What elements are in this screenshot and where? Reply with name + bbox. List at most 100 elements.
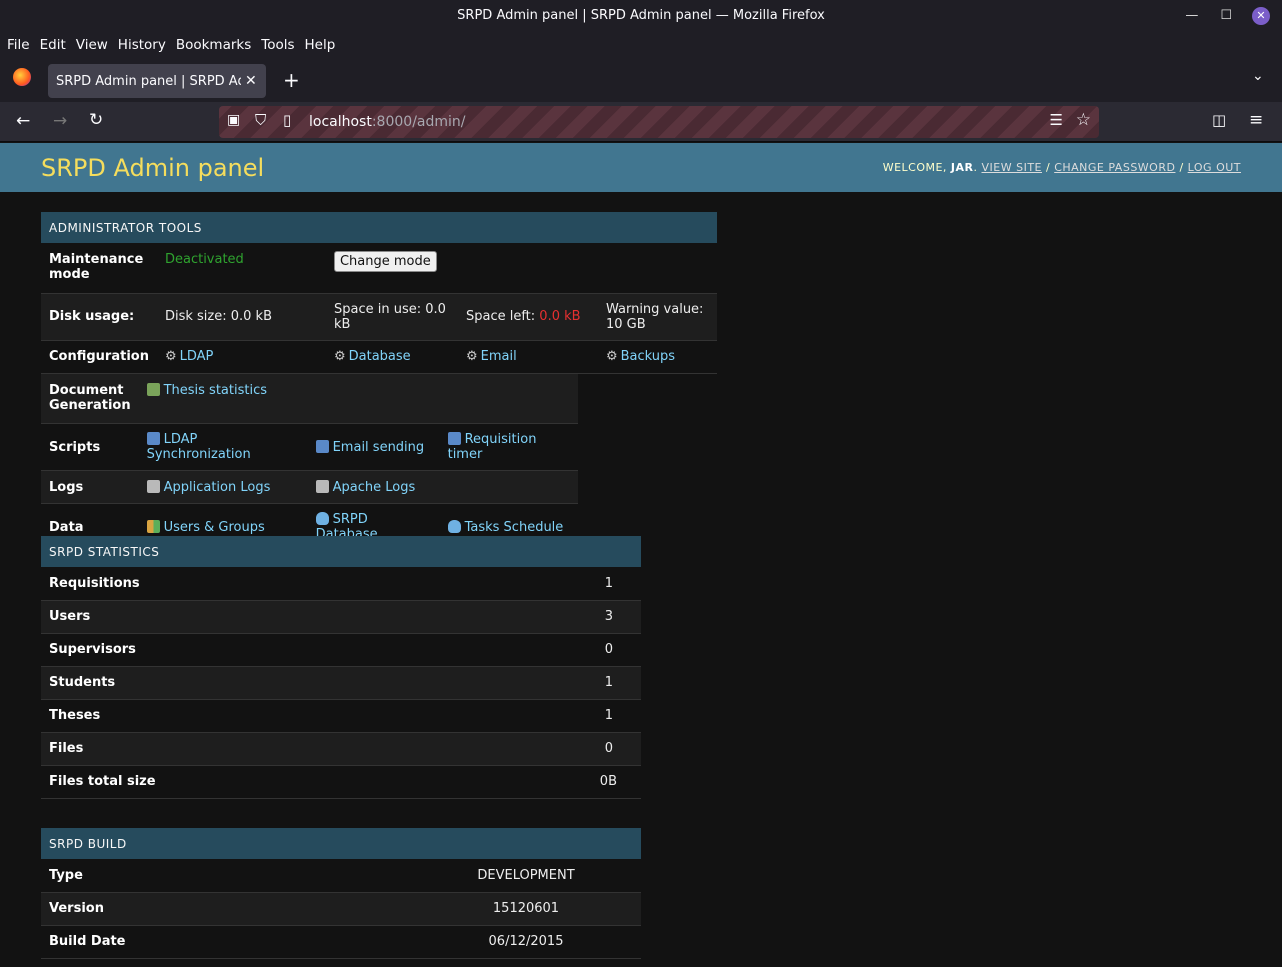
forward-icon[interactable]: → [53, 111, 67, 131]
ldap-sync-link[interactable]: LDAP Synchronization [147, 432, 251, 462]
admin-tools-table-2: Document Generation Thesis statistics Sc… [41, 373, 578, 552]
url-path: :8000/admin/ [371, 114, 466, 130]
config-ldap-link[interactable]: LDAP [165, 349, 213, 364]
bookmark-star-icon[interactable]: ☆ [1076, 110, 1091, 130]
url-host: localhost [309, 114, 372, 130]
view-site-link[interactable]: View site [982, 161, 1043, 174]
username: JAR [950, 161, 974, 174]
build-module: SRPD Build Type DEVELOPMENT Version 151206… [41, 828, 641, 959]
users-groups-link[interactable]: Users & Groups [164, 520, 265, 535]
statistics-caption: SRPD Statistics [41, 536, 641, 567]
build-caption: SRPD Build [41, 828, 641, 859]
users-icon [146, 519, 160, 533]
docgen-row: Document Generation Thesis statistics [41, 373, 578, 424]
tab-active[interactable]: SRPD Admin panel | SRPD Admi ✕ [48, 64, 266, 98]
docgen-label: Document Generation [49, 382, 131, 413]
build-value: 06/12/2015 [488, 934, 564, 949]
maintenance-label: Maintenance mode [49, 252, 144, 282]
stat-value: 1 [604, 708, 613, 723]
tab-bar: SRPD Admin panel | SRPD Admi ✕ + ⌄ [0, 58, 1282, 102]
menu-bookmarks[interactable]: Bookmarks [176, 37, 251, 53]
window-title: SRPD Admin panel | SRPD Admin panel — Mo… [457, 8, 825, 23]
menu-tools[interactable]: Tools [261, 37, 294, 53]
stat-value: 1 [604, 675, 613, 690]
window-controls: — ☐ ✕ [1185, 0, 1270, 31]
table-row: Theses 1 [41, 699, 641, 732]
back-icon[interactable]: ← [16, 111, 30, 131]
spreadsheet-icon [146, 382, 160, 396]
stat-label: Requisitions [49, 575, 140, 591]
reload-icon[interactable]: ↻ [89, 110, 103, 130]
table-row: Files total size 0B [41, 765, 641, 798]
page-content: SRPD Admin panel Welcome, JAR. View site… [0, 143, 1282, 967]
build-label: Type [49, 867, 83, 883]
menu-help[interactable]: Help [305, 37, 336, 53]
url-bar[interactable]: ▣ ⛉ ▯ localhost:8000/admin/ ☰ ☆ [219, 106, 1099, 138]
log-file-icon [146, 479, 160, 493]
minimize-icon[interactable]: — [1185, 8, 1198, 23]
space-in-use: Space in use: 0.0 kB [325, 293, 458, 340]
thesis-statistics-link[interactable]: Thesis statistics [164, 383, 267, 398]
disk-usage-label: Disk usage: [41, 293, 157, 340]
email-sending-link[interactable]: Email sending [333, 440, 425, 455]
firefox-icon [13, 68, 31, 86]
requisition-timer-link[interactable]: Requisition timer [448, 432, 537, 462]
change-mode-button[interactable]: Change mode [333, 251, 437, 272]
configuration-label: Configuration [49, 349, 149, 364]
menu-history[interactable]: History [118, 37, 166, 53]
log-file-icon [315, 479, 329, 493]
build-label: Build Date [49, 934, 126, 949]
build-label: Version [49, 901, 104, 916]
admin-tools-table: Maintenance mode Deactivated Change mode… [41, 243, 717, 374]
table-row: Supervisors 0 [41, 633, 641, 666]
menu-bar: File Edit View History Bookmarks Tools H… [0, 31, 1282, 58]
maximize-icon[interactable]: ☐ [1220, 8, 1232, 23]
tab-close-icon[interactable]: ✕ [245, 73, 257, 89]
table-row: Build Date 06/12/2015 [41, 925, 641, 958]
list-all-tabs-icon[interactable]: ⌄ [1252, 68, 1264, 84]
logs-row: Logs Application Logs Apache Logs [41, 470, 578, 504]
close-icon[interactable]: ✕ [1252, 6, 1270, 25]
apache-logs-link[interactable]: Apache Logs [333, 480, 416, 495]
stat-label: Files [49, 741, 84, 756]
stat-label: Supervisors [49, 642, 136, 657]
user-tools: Welcome, JAR. View site / Change passwor… [882, 161, 1241, 174]
admin-tools-module: Administrator Tools Maintenance mode Dea… [41, 212, 717, 551]
stat-value: 3 [604, 609, 613, 624]
site-brand[interactable]: SRPD Admin panel [41, 154, 264, 182]
application-logs-link[interactable]: Application Logs [164, 480, 271, 495]
site-info-icon[interactable]: ▯ [283, 111, 291, 129]
window-titlebar: SRPD Admin panel | SRPD Admin panel — Mo… [0, 0, 1282, 31]
menu-file[interactable]: File [7, 37, 30, 53]
script-icon [315, 439, 329, 453]
space-left: Space left: 0.0 kB [457, 293, 598, 340]
disk-usage-row: Disk usage: Disk size: 0.0 kB Space in u… [41, 293, 717, 340]
app-menu-icon[interactable]: ≡ [1249, 110, 1263, 130]
scripts-label: Scripts [49, 439, 101, 455]
config-database-link[interactable]: Database [334, 349, 411, 364]
tracking-protection-icon[interactable]: ⛉ [255, 111, 266, 129]
stat-label: Users [49, 609, 91, 624]
new-tab-icon[interactable]: + [283, 68, 300, 92]
table-row: Type DEVELOPMENT [41, 859, 641, 892]
table-row: Requisitions 1 [41, 567, 641, 600]
stat-label: Theses [49, 708, 101, 723]
database-icon [315, 512, 329, 525]
menu-edit[interactable]: Edit [40, 37, 66, 53]
database-icon [447, 519, 461, 533]
scripts-row: Scripts LDAP Synchronization Email sendi… [41, 424, 578, 471]
build-value: 15120601 [492, 901, 560, 916]
config-backups-link[interactable]: Backups [606, 349, 675, 364]
pocket-icon[interactable]: ◫ [1212, 111, 1226, 129]
config-email-link[interactable]: Email [466, 349, 517, 364]
log-out-link[interactable]: Log out [1188, 161, 1241, 174]
statistics-module: SRPD Statistics Requisitions 1 Users 3 Sup… [41, 536, 641, 799]
tasks-schedule-link[interactable]: Tasks Schedule [465, 520, 564, 535]
menu-view[interactable]: View [76, 37, 108, 53]
change-password-link[interactable]: Change password [1054, 161, 1175, 174]
reader-view-icon[interactable]: ☰ [1050, 111, 1063, 129]
welcome-text: Welcome, [882, 161, 947, 174]
site-header: SRPD Admin panel Welcome, JAR. View site… [0, 143, 1282, 192]
url-text[interactable]: localhost:8000/admin/ [309, 114, 466, 130]
stat-value: 0 [604, 741, 613, 756]
